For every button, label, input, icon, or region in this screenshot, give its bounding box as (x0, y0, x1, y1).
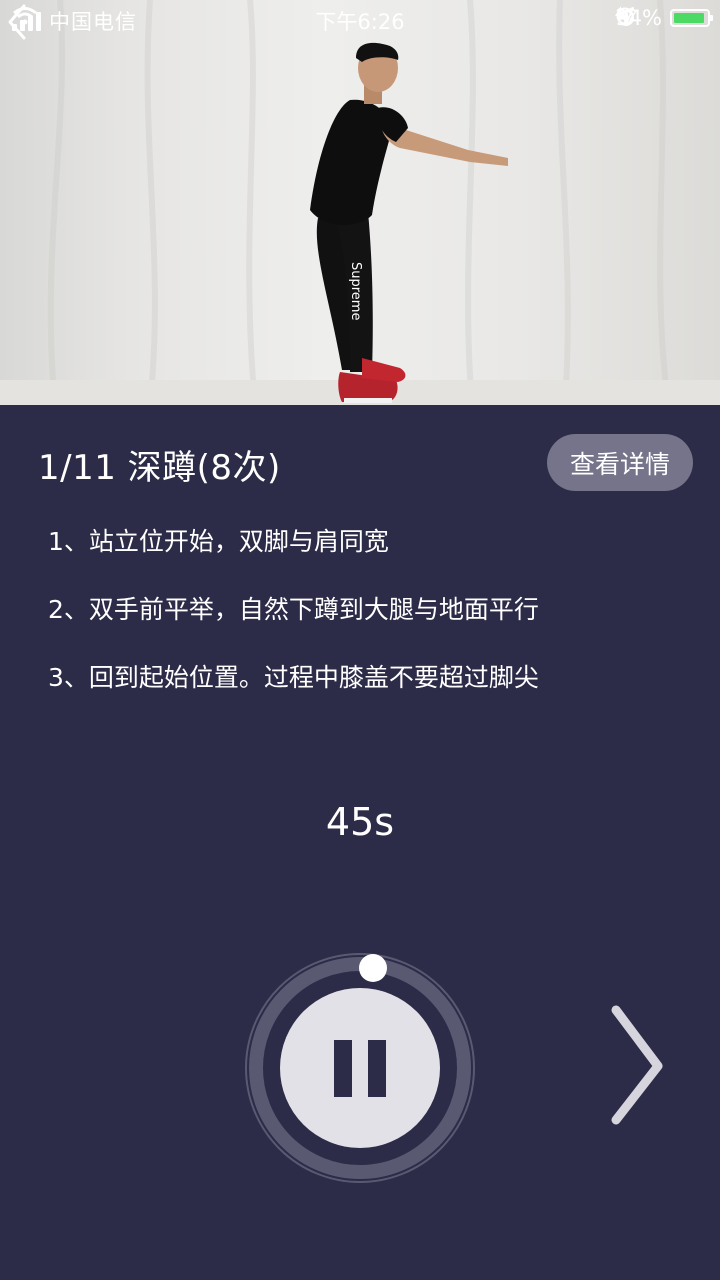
shirt-logo: Supreme (348, 262, 363, 320)
step-item: 3、回到起始位置。过程中膝盖不要超过脚尖 (48, 663, 539, 692)
playback-controls (0, 930, 720, 1210)
chevron-right-icon (611, 1005, 663, 1125)
exercise-steps: 1、站立位开始，双脚与肩同宽 2、双手前平举，自然下蹲到大腿与地面平行 3、回到… (48, 523, 539, 727)
battery-fill (674, 13, 705, 23)
view-details-button[interactable]: 查看详情 (547, 434, 693, 491)
pause-button[interactable] (280, 988, 440, 1148)
chevron-left-icon (8, 4, 26, 40)
charging-bolt-icon (615, 6, 626, 24)
back-button[interactable] (0, 0, 40, 44)
battery-icon (670, 9, 713, 27)
exercise-title: 1/11 深蹲(8次) (38, 448, 281, 488)
step-item: 1、站立位开始，双脚与肩同宽 (48, 527, 389, 556)
countdown-timer: 45s (325, 800, 395, 844)
exercise-video[interactable]: Supreme 中国电信 下午6:26 94% (0, 0, 720, 405)
step-item: 2、双手前平举，自然下蹲到大腿与地面平行 (48, 595, 539, 624)
next-exercise-button[interactable] (598, 1000, 678, 1130)
status-bar: 中国电信 下午6:26 94% (0, 0, 720, 40)
progress-ring (240, 940, 480, 1190)
progress-knob[interactable] (359, 954, 387, 982)
status-time: 下午6:26 (315, 10, 405, 34)
exercise-demo-image: Supreme (0, 0, 720, 405)
